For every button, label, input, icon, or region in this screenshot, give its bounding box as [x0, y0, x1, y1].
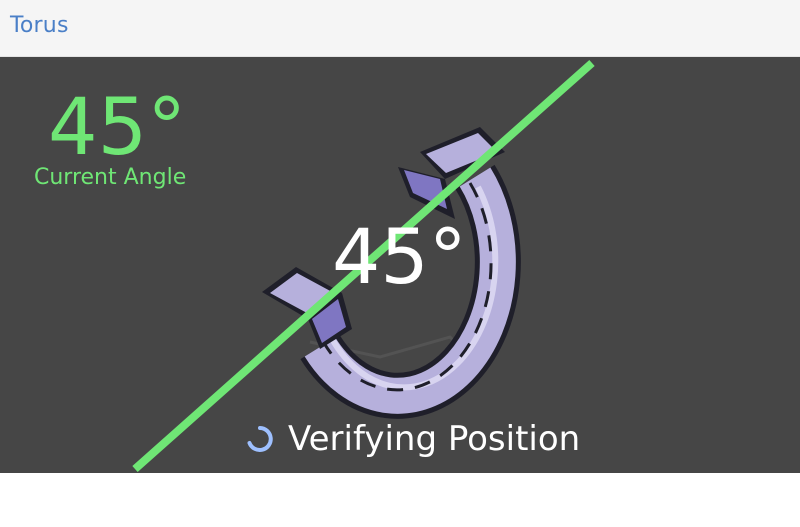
app-header: Torus — [0, 0, 800, 57]
status-indicator: Verifying Position — [246, 419, 580, 459]
device-angle-overlay: 45° — [332, 212, 467, 301]
spinner-icon — [247, 426, 273, 452]
torus-viewer: 45° Current Angle 45° Verifying Position — [0, 57, 800, 473]
app-title: Torus — [10, 13, 69, 38]
status-text: Verifying Position — [288, 419, 581, 459]
